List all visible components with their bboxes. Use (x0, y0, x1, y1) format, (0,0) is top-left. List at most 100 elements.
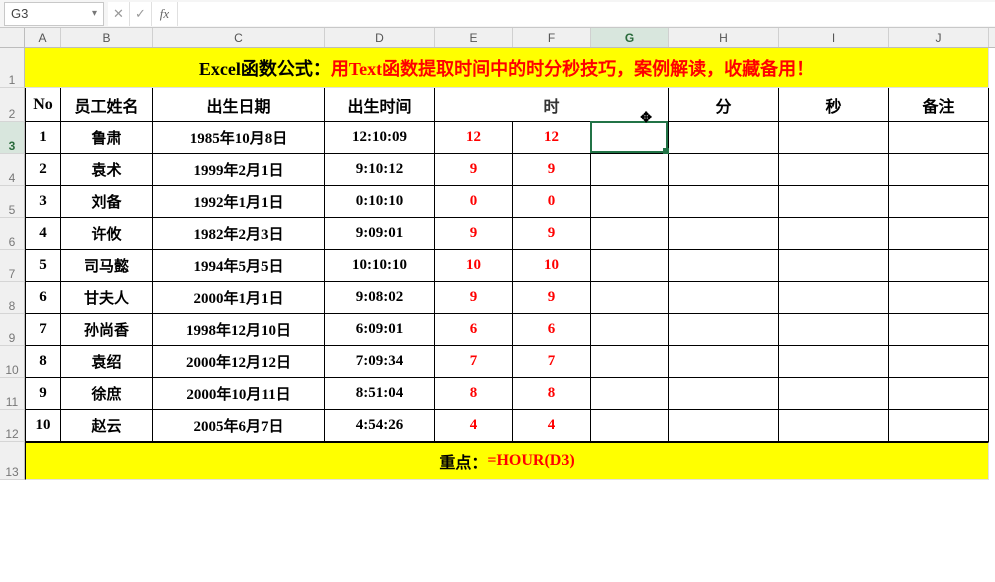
cell-name[interactable]: 刘备 (61, 186, 153, 218)
cell-hourG[interactable] (591, 218, 669, 250)
cell-no[interactable]: 9 (25, 378, 61, 410)
cell-time[interactable]: 0:10:10 (325, 186, 435, 218)
cell-remark[interactable] (889, 218, 989, 250)
cell-second[interactable] (779, 218, 889, 250)
col-header-G[interactable]: G (591, 28, 669, 47)
header-remark[interactable]: 备注 (889, 88, 989, 122)
cell-remark[interactable] (889, 282, 989, 314)
row-header-12[interactable]: 12 (0, 410, 25, 442)
cell-name[interactable]: 许攸 (61, 218, 153, 250)
cell-minute[interactable] (669, 282, 779, 314)
cell-time[interactable]: 7:09:34 (325, 346, 435, 378)
cell-minute[interactable] (669, 218, 779, 250)
cell-hourG[interactable] (591, 186, 669, 218)
cell-hourE[interactable]: 9 (435, 218, 513, 250)
row-header-2[interactable]: 2 (0, 88, 25, 122)
row-header-8[interactable]: 8 (0, 282, 25, 314)
col-header-F[interactable]: F (513, 28, 591, 47)
cell-no[interactable]: 7 (25, 314, 61, 346)
col-header-B[interactable]: B (61, 28, 153, 47)
col-header-D[interactable]: D (325, 28, 435, 47)
cell-date[interactable]: 1982年2月3日 (153, 218, 325, 250)
cell-remark[interactable] (889, 314, 989, 346)
cell-minute[interactable] (669, 314, 779, 346)
header-minute[interactable]: 分 (669, 88, 779, 122)
cell-time[interactable]: 9:08:02 (325, 282, 435, 314)
cell-no[interactable]: 4 (25, 218, 61, 250)
cell-time[interactable]: 9:10:12 (325, 154, 435, 186)
cell-remark[interactable] (889, 346, 989, 378)
header-birth-time[interactable]: 出生时间 (325, 88, 435, 122)
cell-hourG[interactable] (591, 154, 669, 186)
row-header-7[interactable]: 7 (0, 250, 25, 282)
cell-name[interactable]: 袁术 (61, 154, 153, 186)
cell-second[interactable] (779, 282, 889, 314)
cell-date[interactable]: 2000年10月11日 (153, 378, 325, 410)
cell-no[interactable]: 6 (25, 282, 61, 314)
col-header-E[interactable]: E (435, 28, 513, 47)
cell-hourE[interactable]: 9 (435, 282, 513, 314)
cell-date[interactable]: 1999年2月1日 (153, 154, 325, 186)
header-hour-merged[interactable]: 时 ✥ (435, 88, 669, 122)
cell-hourE[interactable]: 12 (435, 122, 513, 154)
cell-minute[interactable] (669, 346, 779, 378)
cell-date[interactable]: 1992年1月1日 (153, 186, 325, 218)
cell-name[interactable]: 甘夫人 (61, 282, 153, 314)
cell-second[interactable] (779, 314, 889, 346)
cell-hourE[interactable]: 0 (435, 186, 513, 218)
cell-second[interactable] (779, 250, 889, 282)
cell-hourG[interactable] (591, 282, 669, 314)
cell-hourE[interactable]: 10 (435, 250, 513, 282)
col-header-J[interactable]: J (889, 28, 989, 47)
cell-date[interactable]: 1994年5月5日 (153, 250, 325, 282)
cell-remark[interactable] (889, 154, 989, 186)
row-header-6[interactable]: 6 (0, 218, 25, 250)
footer-cell[interactable]: 重点： =HOUR(D3) (25, 442, 989, 480)
row-header-4[interactable]: 4 (0, 154, 25, 186)
cell-second[interactable] (779, 346, 889, 378)
row-header-10[interactable]: 10 (0, 346, 25, 378)
cell-hourF[interactable]: 0 (513, 186, 591, 218)
row-header-9[interactable]: 9 (0, 314, 25, 346)
cell-hourF[interactable]: 6 (513, 314, 591, 346)
cell-remark[interactable] (889, 250, 989, 282)
cell-remark[interactable] (889, 122, 989, 154)
cell-remark[interactable] (889, 410, 989, 442)
name-box[interactable]: G3 ▾ (4, 2, 104, 26)
cell-time[interactable]: 6:09:01 (325, 314, 435, 346)
cell-hourE[interactable]: 6 (435, 314, 513, 346)
cell-no[interactable]: 1 (25, 122, 61, 154)
cell-second[interactable] (779, 122, 889, 154)
cell-minute[interactable] (669, 410, 779, 442)
cell-hourG[interactable] (591, 250, 669, 282)
cell-remark[interactable] (889, 378, 989, 410)
confirm-button[interactable]: ✓ (130, 2, 152, 26)
header-birth-date[interactable]: 出生日期 (153, 88, 325, 122)
cell-hourG[interactable] (591, 346, 669, 378)
cell-hourF[interactable]: 7 (513, 346, 591, 378)
cell-second[interactable] (779, 154, 889, 186)
cell-name[interactable]: 鲁肃 (61, 122, 153, 154)
cell-time[interactable]: 8:51:04 (325, 378, 435, 410)
fx-icon[interactable]: fx (152, 2, 178, 26)
chevron-down-icon[interactable]: ▾ (92, 8, 97, 19)
cell-hourE[interactable]: 7 (435, 346, 513, 378)
cancel-button[interactable]: ✕ (108, 2, 130, 26)
cell-date[interactable]: 1998年12月10日 (153, 314, 325, 346)
select-all-corner[interactable] (0, 28, 25, 47)
cell-no[interactable]: 3 (25, 186, 61, 218)
cell-hourG[interactable] (591, 378, 669, 410)
cell-hourG[interactable] (591, 122, 669, 154)
cell-no[interactable]: 2 (25, 154, 61, 186)
cell-hourF[interactable]: 9 (513, 218, 591, 250)
title-cell[interactable]: Excel函数公式： 用Text函数提取时间中的时分秒技巧，案例解读，收藏备用！ (25, 48, 989, 88)
col-header-A[interactable]: A (25, 28, 61, 47)
cell-minute[interactable] (669, 122, 779, 154)
header-second[interactable]: 秒 (779, 88, 889, 122)
header-no[interactable]: No (25, 88, 61, 122)
cell-date[interactable]: 2000年1月1日 (153, 282, 325, 314)
cell-no[interactable]: 5 (25, 250, 61, 282)
cell-no[interactable]: 8 (25, 346, 61, 378)
cell-remark[interactable] (889, 186, 989, 218)
cell-date[interactable]: 2000年12月12日 (153, 346, 325, 378)
